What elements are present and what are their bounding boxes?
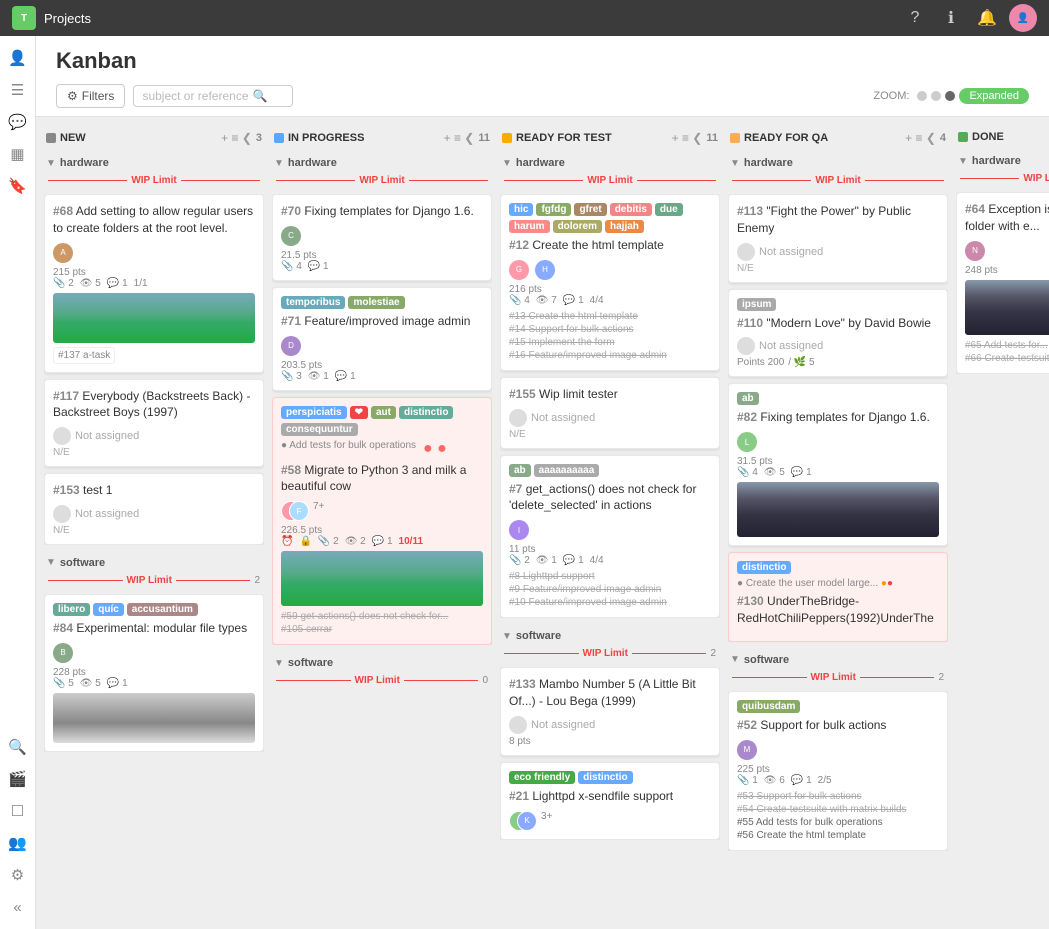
zoom-dot-3[interactable]	[945, 91, 955, 101]
search-box[interactable]: subject or reference 🔍	[133, 85, 293, 107]
col-rft-actions[interactable]: + ≡ ❮	[672, 131, 703, 145]
group-rfqa-software: ▼ software WIP Limit 2 quibusdam	[728, 650, 948, 851]
col-rfqa-actions[interactable]: + ≡ ❮	[905, 131, 936, 145]
group-inprogress-hw-header[interactable]: ▼ hardware	[272, 153, 492, 173]
column-ready-for-qa: READY FOR QA + ≡ ❮ 4 ▼ hardware WIP Limi…	[728, 127, 948, 919]
col-inprogress-count: 11	[478, 132, 490, 144]
group-done-hardware: ▼ hardware WIP Limit #64 Exception is...…	[956, 151, 1049, 374]
group-inprogress-hardware: ▼ hardware WIP Limit #70 Fixing template…	[272, 153, 492, 645]
left-sidebar: 👤 ☰ 💬 ▦ 🔖 🔍 🎬 ☐ 👥 ⚙ «	[0, 36, 36, 929]
card-70[interactable]: #70 Fixing templates for Django 1.6. C 2…	[272, 194, 492, 281]
sidebar-item-profile[interactable]: 👤	[4, 44, 32, 72]
group-hardware-header[interactable]: ▼ hardware	[44, 153, 264, 173]
col-new-count: 3	[256, 132, 262, 144]
filter-icon: ⚙	[67, 89, 78, 103]
card-155[interactable]: #155 Wip limit tester Not assigned N/E	[500, 377, 720, 449]
bell-icon[interactable]: 🔔	[973, 4, 1001, 32]
sidebar-item-kanban[interactable]: ▦	[4, 140, 32, 168]
column-new: NEW + ≡ ❮ 3 ▼ hardware WIP Limit	[44, 127, 264, 919]
page-title: Kanban	[56, 48, 1029, 74]
card-113[interactable]: #113 "Fight the Power" by Public Enemy N…	[728, 194, 948, 283]
group-new-hardware: ▼ hardware WIP Limit #68 Add setting to …	[44, 153, 264, 545]
card-82[interactable]: ab #82 Fixing templates for Django 1.6. …	[728, 383, 948, 546]
col-rfqa-count: 4	[940, 132, 946, 144]
sidebar-item-tasks[interactable]: ☐	[4, 797, 32, 825]
group-rfqa-hardware: ▼ hardware WIP Limit #113 "Fight the Pow…	[728, 153, 948, 642]
project-breadcrumb[interactable]: Projects	[44, 11, 91, 26]
group-sw-inprogress-header[interactable]: ▼ software	[272, 653, 492, 673]
group-rft-hw-header[interactable]: ▼ hardware	[500, 153, 720, 173]
zoom-label: ZOOM:	[873, 90, 909, 102]
kanban-board: NEW + ≡ ❮ 3 ▼ hardware WIP Limit	[36, 117, 1049, 929]
col-rft-count: 11	[706, 132, 718, 144]
sidebar-item-video[interactable]: 🎬	[4, 765, 32, 793]
card-21[interactable]: eco friendly distinctio #21 Lighttpd x-s…	[500, 762, 720, 840]
zoom-expanded-button[interactable]: Expanded	[959, 88, 1029, 104]
group-software-header[interactable]: ▼ software	[44, 553, 264, 573]
sidebar-item-settings[interactable]: ⚙	[4, 861, 32, 889]
group-sw-rft-header[interactable]: ▼ software	[500, 626, 720, 646]
column-done: DONE ▼ hardware WIP Limit #64 Exceptio	[956, 127, 1049, 919]
search-placeholder: subject or reference	[142, 89, 248, 103]
sidebar-item-search[interactable]: 🔍	[4, 733, 32, 761]
app-logo: T	[12, 6, 36, 30]
card-12[interactable]: hic fgfdg gfret debitis due harum dolore…	[500, 194, 720, 371]
card-68[interactable]: #68 Add setting to allow regular users t…	[44, 194, 264, 373]
col-done-title: DONE	[972, 131, 1049, 143]
card-64[interactable]: #64 Exception is... add a folder with e.…	[956, 192, 1049, 374]
help-icon[interactable]: ?	[901, 4, 929, 32]
column-ready-for-test: READY FOR TEST + ≡ ❮ 11 ▼ hardware WIP L…	[500, 127, 720, 919]
sidebar-item-collapse[interactable]: «	[4, 893, 32, 921]
col-rft-title: READY FOR TEST	[516, 132, 668, 144]
group-new-software: ▼ software WIP Limit 2 libero quíc	[44, 553, 264, 752]
sidebar-item-bookmark[interactable]: 🔖	[4, 172, 32, 200]
card-84[interactable]: libero quíc accusantium #84 Experimental…	[44, 594, 264, 752]
col-inprogress-title: IN PROGRESS	[288, 132, 440, 144]
group-inprogress-software: ▼ software WIP Limit 0	[272, 653, 492, 694]
group-rft-hardware: ▼ hardware WIP Limit hic fgfdg	[500, 153, 720, 618]
card-58[interactable]: perspiciatis ❤ aut distinctio consequunt…	[272, 397, 492, 646]
zoom-dot-2[interactable]	[931, 91, 941, 101]
card-110[interactable]: ipsum #110 "Modern Love" by David Bowie …	[728, 289, 948, 378]
group-done-hw-header[interactable]: ▼ hardware	[956, 151, 1049, 171]
info-icon[interactable]: ℹ	[937, 4, 965, 32]
zoom-dot-1[interactable]	[917, 91, 927, 101]
col-new-actions[interactable]: + ≡ ❮	[221, 131, 252, 145]
sidebar-item-chat[interactable]: 💬	[4, 108, 32, 136]
group-rfqa-hw-header[interactable]: ▼ hardware	[728, 153, 948, 173]
page-header: Kanban ⚙ Filters subject or reference 🔍 …	[36, 36, 1049, 117]
search-icon: 🔍	[253, 89, 268, 103]
user-avatar[interactable]: 👤	[1009, 4, 1037, 32]
col-rfqa-title: READY FOR QA	[744, 132, 901, 144]
card-52[interactable]: quibusdam #52 Support for bulk actions M…	[728, 691, 948, 851]
card-71[interactable]: temporibus molestiae #71 Feature/improve…	[272, 287, 492, 391]
column-in-progress: IN PROGRESS + ≡ ❮ 11 ▼ hardware WIP Limi…	[272, 127, 492, 919]
card-133[interactable]: #133 Mambo Number 5 (A Little Bit Of...)…	[500, 667, 720, 756]
filter-button[interactable]: ⚙ Filters	[56, 84, 125, 108]
card-7[interactable]: ab aaaaaaaaaa #7 get_actions() does not …	[500, 455, 720, 619]
group-rft-software: ▼ software WIP Limit 2 #133 Mambo Number…	[500, 626, 720, 839]
col-new-title: NEW	[60, 132, 217, 144]
col-inprogress-actions[interactable]: + ≡ ❮	[444, 131, 475, 145]
sidebar-item-users[interactable]: 👥	[4, 829, 32, 857]
card-117[interactable]: #117 Everybody (Backstreets Back) - Back…	[44, 379, 264, 468]
top-nav: T Projects ? ℹ 🔔 👤	[0, 0, 1049, 36]
card-130[interactable]: distinctio ● Create the user model large…	[728, 552, 948, 642]
sidebar-item-list[interactable]: ☰	[4, 76, 32, 104]
group-sw-rfqa-header[interactable]: ▼ software	[728, 650, 948, 670]
card-153[interactable]: #153 test 1 Not assigned N/E	[44, 473, 264, 545]
